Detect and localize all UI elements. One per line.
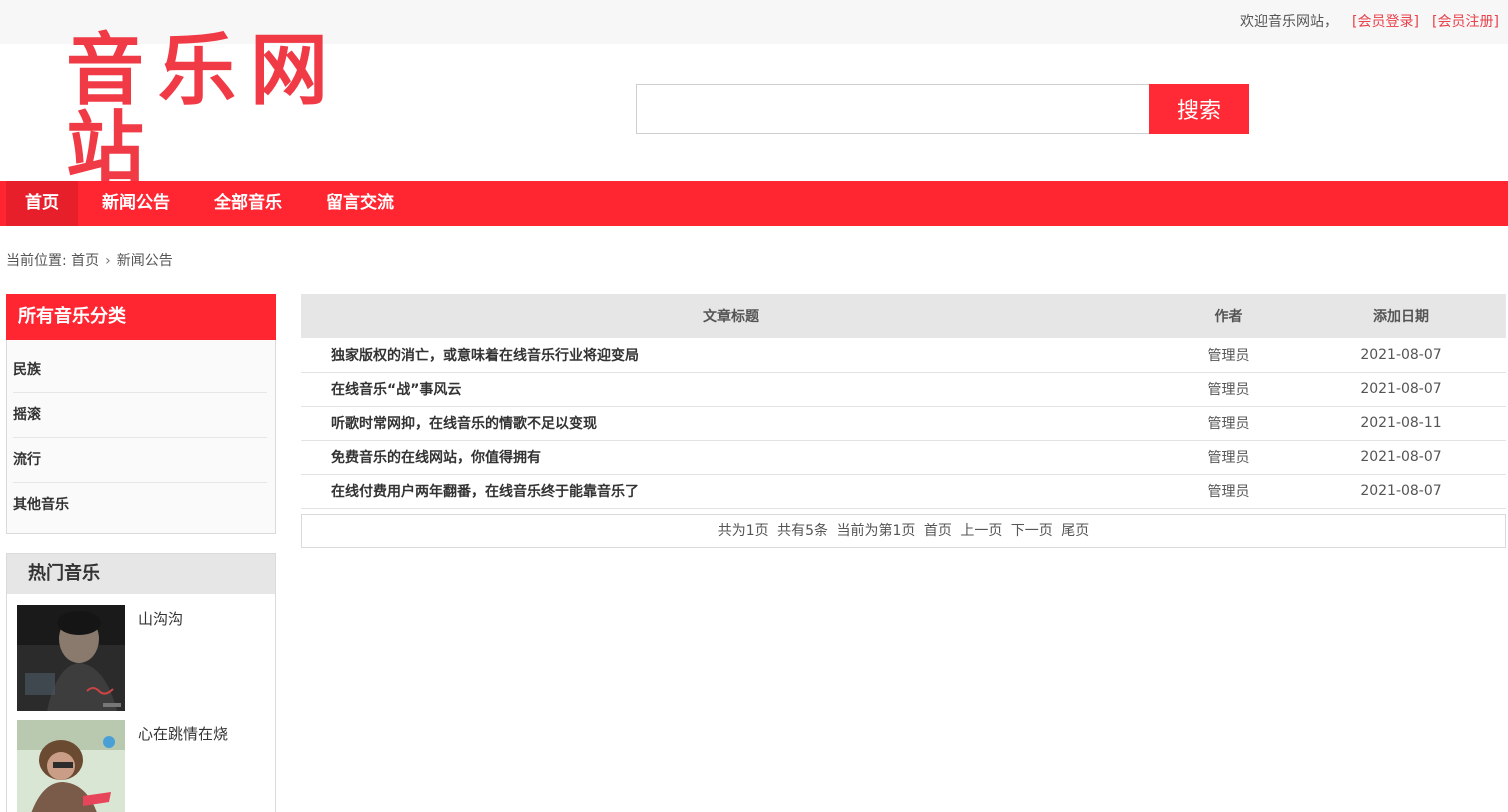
nav-item-news[interactable]: 新闻公告	[86, 181, 186, 226]
article-author: 管理员	[1161, 406, 1296, 441]
search-input[interactable]	[636, 84, 1150, 134]
search-button[interactable]: 搜索	[1149, 84, 1249, 134]
category-item-rock[interactable]: 摇滚	[13, 393, 267, 438]
article-title-link[interactable]: 独家版权的消亡，或意味着在线音乐行业将迎变局	[301, 338, 1161, 373]
hot-music-item[interactable]: 山沟沟	[17, 605, 267, 713]
article-date: 2021-08-11	[1296, 406, 1506, 441]
article-author: 管理员	[1161, 338, 1296, 373]
article-table: 文章标题 作者 添加日期 独家版权的消亡，或意味着在线音乐行业将迎变局 管理员 …	[301, 294, 1506, 509]
pager-next-link[interactable]: 下一页	[1011, 523, 1053, 539]
table-row: 在线音乐“战”事风云 管理员 2021-08-07	[301, 372, 1506, 407]
table-row: 听歌时常网抑，在线音乐的情歌不足以变现 管理员 2021-08-11	[301, 406, 1506, 441]
album-cover-image[interactable]	[17, 605, 125, 711]
breadcrumb-prefix: 当前位置:	[6, 253, 67, 269]
table-row: 在线付费用户两年翻番，在线音乐终于能靠音乐了 管理员 2021-08-07	[301, 474, 1506, 509]
pager-total-items: 共有5条	[777, 523, 829, 539]
main-nav: 首页 新闻公告 全部音乐 留言交流	[0, 181, 1508, 226]
category-panel-title: 所有音乐分类	[6, 294, 276, 340]
article-table-wrapper: 文章标题 作者 添加日期 独家版权的消亡，或意味着在线音乐行业将迎变局 管理员 …	[301, 294, 1506, 509]
article-title-link[interactable]: 在线付费用户两年翻番，在线音乐终于能靠音乐了	[301, 474, 1161, 509]
table-row: 免费音乐的在线网站，你值得拥有 管理员 2021-08-07	[301, 440, 1506, 475]
table-header-row: 文章标题 作者 添加日期	[301, 294, 1506, 338]
article-title-link[interactable]: 听歌时常网抑，在线音乐的情歌不足以变现	[301, 406, 1161, 441]
article-date: 2021-08-07	[1296, 372, 1506, 407]
category-item-other[interactable]: 其他音乐	[13, 483, 267, 528]
nav-item-home[interactable]: 首页	[6, 181, 78, 226]
article-date: 2021-08-07	[1296, 474, 1506, 509]
article-author: 管理员	[1161, 474, 1296, 509]
column-header-author: 作者	[1161, 294, 1296, 338]
welcome-text: 欢迎音乐网站，	[1240, 14, 1338, 30]
pager-first-link[interactable]: 首页	[924, 523, 952, 539]
article-title-link[interactable]: 在线音乐“战”事风云	[301, 372, 1161, 407]
nav-item-all-music[interactable]: 全部音乐	[198, 181, 298, 226]
album-cover-image[interactable]	[17, 720, 125, 812]
column-header-title: 文章标题	[301, 294, 1161, 338]
category-list: 民族 摇滚 流行 其他音乐	[7, 340, 275, 528]
article-author: 管理员	[1161, 440, 1296, 475]
article-date: 2021-08-07	[1296, 440, 1506, 475]
pagination: 共为1页 共有5条 当前为第1页 首页 上一页 下一页 尾页	[301, 514, 1506, 548]
breadcrumb-current: 新闻公告	[116, 253, 173, 269]
article-title-link[interactable]: 免费音乐的在线网站，你值得拥有	[301, 440, 1161, 475]
pager-last-link[interactable]: 尾页	[1061, 523, 1089, 539]
column-header-date: 添加日期	[1296, 294, 1506, 338]
category-item-ethnic[interactable]: 民族	[13, 348, 267, 393]
article-date: 2021-08-07	[1296, 338, 1506, 373]
nav-item-messages[interactable]: 留言交流	[310, 181, 410, 226]
logo-text: 音乐网站	[66, 26, 343, 194]
article-author: 管理员	[1161, 372, 1296, 407]
hot-music-title: 热门音乐	[7, 554, 275, 594]
table-row: 独家版权的消亡，或意味着在线音乐行业将迎变局 管理员 2021-08-07	[301, 338, 1506, 373]
chevron-right-icon: ›	[105, 253, 111, 269]
breadcrumb-home-link[interactable]: 首页	[71, 253, 99, 269]
category-item-pop[interactable]: 流行	[13, 438, 267, 483]
category-panel: 所有音乐分类 民族 摇滚 流行 其他音乐	[6, 294, 276, 534]
hot-music-panel: 热门音乐 山沟沟 心在跳情在烧	[6, 553, 276, 812]
pager-current-page: 当前为第1页	[836, 523, 916, 539]
pager-prev-link[interactable]: 上一页	[960, 523, 1002, 539]
pager-total-pages: 共为1页	[717, 523, 769, 539]
hot-music-item[interactable]: 心在跳情在烧	[17, 720, 267, 812]
hot-music-item-title[interactable]: 山沟沟	[138, 608, 183, 629]
breadcrumb: 当前位置: 首页 › 新闻公告	[6, 250, 173, 270]
hot-music-item-title[interactable]: 心在跳情在烧	[138, 723, 228, 744]
site-logo[interactable]: 音乐网站	[66, 32, 416, 188]
login-link[interactable]: [会员登录]	[1352, 11, 1419, 31]
register-link[interactable]: [会员注册]	[1432, 11, 1499, 31]
